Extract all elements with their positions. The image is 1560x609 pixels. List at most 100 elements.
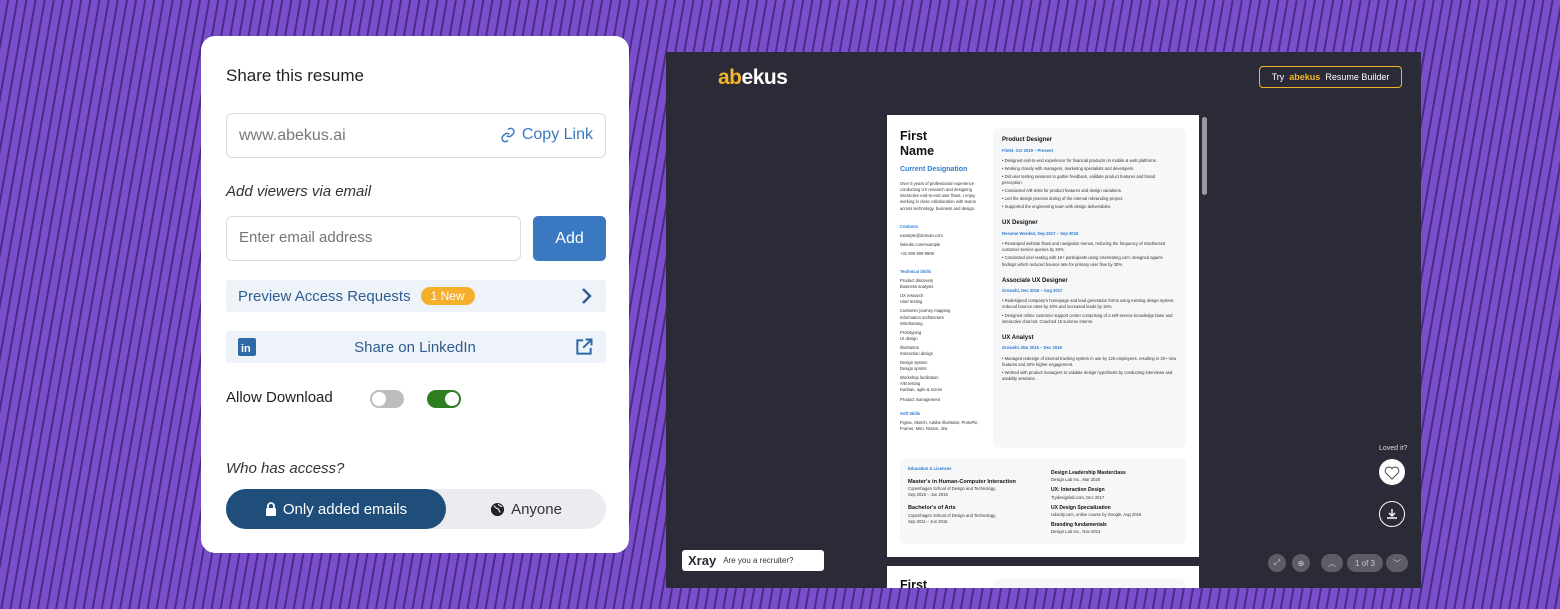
try-prefix: Try bbox=[1271, 72, 1285, 82]
tech-skill: Design sprints bbox=[900, 366, 927, 372]
contact-item: example@domain.com bbox=[900, 232, 943, 238]
scrollbar-thumb[interactable] bbox=[1202, 117, 1207, 195]
prev-page-button[interactable]: ︿ bbox=[1321, 554, 1343, 572]
contact-item: +31 909 909 9909 bbox=[900, 250, 934, 256]
resume-summary: Over 5 years of professional experience … bbox=[900, 181, 976, 211]
education-date: Sep 2011 – Jun 2015 bbox=[908, 518, 948, 524]
try-suffix: Resume Builder bbox=[1325, 72, 1390, 82]
job-title: UX Designer bbox=[1002, 220, 1038, 227]
share-linkedin-button[interactable]: in Share on LinkedIn bbox=[226, 331, 606, 363]
education-date: Sep 2015 – Jun 2016 bbox=[908, 492, 948, 498]
fullscreen-button[interactable]: ⤢ bbox=[1268, 554, 1286, 572]
next-page-button[interactable]: ﹀ bbox=[1386, 554, 1408, 572]
resume-left-column: First Name Current Designation Over 5 ye… bbox=[900, 129, 985, 432]
job-bullet: • Working closely with managers, marketi… bbox=[1002, 165, 1135, 171]
tech-skill: UI design bbox=[900, 335, 918, 341]
resume-page: First Name Current Designation Over 5 ye… bbox=[887, 115, 1199, 557]
licence-title: Branding fundamentals bbox=[1051, 522, 1107, 529]
heart-icon bbox=[1384, 466, 1400, 480]
add-viewers-label: Add viewers via email bbox=[226, 183, 372, 200]
licence-detail: Design Lab Inc., Nov 2014 bbox=[1051, 529, 1101, 535]
xray-recruiter-button[interactable]: Xray Are you a recruiter? bbox=[682, 550, 824, 571]
resume-designation: Current Designation bbox=[900, 166, 968, 173]
share-card: Share this resume www.abekus.ai Copy Lin… bbox=[201, 36, 629, 553]
like-button[interactable] bbox=[1379, 459, 1405, 485]
resume-page-2: First bbox=[887, 566, 1199, 588]
licence-title: UX: Interaction Design bbox=[1051, 487, 1105, 494]
access-option-only-added-emails[interactable]: Only added emails bbox=[226, 489, 446, 529]
education-title: Master's in Human-Computer Interaction bbox=[908, 479, 1016, 486]
job-date: Fintel, Oct 2019 – Present bbox=[1002, 147, 1053, 153]
loved-it-label: Loved it? bbox=[1379, 445, 1408, 452]
chevron-right-icon bbox=[582, 288, 592, 304]
access-option-label: Only added emails bbox=[282, 500, 408, 518]
preview-requests-label: Preview Access Requests bbox=[238, 287, 411, 305]
allow-download-label: Allow Download bbox=[226, 389, 333, 406]
experience-section: Product Designer Fintel, Oct 2019 – Prese… bbox=[993, 128, 1186, 448]
download-button[interactable] bbox=[1379, 501, 1405, 527]
education-heading: Education & Licences bbox=[908, 466, 952, 471]
download-icon bbox=[1387, 509, 1397, 519]
tech-skill: User testing bbox=[900, 299, 923, 305]
lock-icon bbox=[265, 502, 276, 516]
page2-name: First bbox=[900, 578, 928, 588]
job-date: Growshi, Dec 2016 – Aug 2017 bbox=[1002, 288, 1063, 294]
preview-access-requests-row[interactable]: Preview Access Requests 1 New bbox=[226, 280, 606, 312]
education-section: Education & Licences Master's in Human-C… bbox=[900, 458, 1186, 544]
globe-icon bbox=[491, 502, 505, 516]
page-indicator: 1 of 3 bbox=[1347, 554, 1383, 572]
resume-first-name: First bbox=[900, 129, 928, 143]
share-url-value: www.abekus.ai bbox=[239, 127, 346, 144]
tech-skill: Product management bbox=[900, 396, 941, 402]
tech-skill: Wireframing bbox=[900, 320, 923, 326]
email-field[interactable] bbox=[226, 216, 521, 261]
resume-last-name: Name bbox=[900, 144, 935, 158]
chevron-down-icon: ﹀ bbox=[1393, 558, 1401, 568]
linkedin-label: Share on LinkedIn bbox=[354, 338, 476, 356]
linkedin-icon: in bbox=[238, 338, 256, 356]
job-bullet: • Designed end-to-end experience for fin… bbox=[1002, 157, 1157, 163]
soft-skills: Figma, Sketch, Adobe Illustrator, ProtoP… bbox=[900, 419, 979, 431]
job-bullet: • Designed online customer support cente… bbox=[1002, 312, 1173, 324]
download-toggle-off[interactable] bbox=[370, 390, 404, 408]
access-option-anyone[interactable]: Anyone bbox=[446, 489, 606, 529]
try-brand: abekus bbox=[1289, 72, 1321, 82]
add-button[interactable]: Add bbox=[533, 216, 606, 261]
job-bullet: • Led the design process during of the i… bbox=[1002, 196, 1124, 202]
abekus-logo: abekus bbox=[718, 66, 788, 89]
licence-title: UX Design Specialization bbox=[1051, 504, 1111, 511]
svg-text:in: in bbox=[241, 343, 251, 355]
copy-link-button[interactable]: Copy Link bbox=[500, 126, 593, 144]
job-bullet: • Worked with product managers to valida… bbox=[1002, 369, 1173, 381]
access-option-label: Anyone bbox=[511, 500, 562, 518]
download-toggle-on[interactable] bbox=[427, 390, 461, 408]
job-date: Resume Worded, Sep 2017 – Sep 2019 bbox=[1002, 231, 1079, 237]
try-resume-builder-button[interactable]: Try abekus Resume Builder bbox=[1259, 66, 1402, 88]
job-title: Associate UX Designer bbox=[1002, 277, 1068, 284]
job-bullet: • Conducted user testing with 10+ partic… bbox=[1002, 255, 1163, 267]
link-icon bbox=[501, 127, 515, 143]
licence-detail: Trydesignlab.com, Dec 2017 bbox=[1051, 494, 1105, 500]
resume-viewer: abekus Try abekus Resume Builder First N… bbox=[666, 52, 1421, 588]
new-badge: 1 New bbox=[420, 287, 475, 305]
job-bullet: • Supported the engineering team with de… bbox=[1002, 204, 1112, 210]
share-url-field[interactable]: www.abekus.ai Copy Link bbox=[226, 113, 606, 158]
soft-skills-heading: Soft Skills bbox=[900, 410, 921, 416]
contacts-heading: Contacts bbox=[900, 223, 918, 229]
email-input[interactable] bbox=[239, 229, 499, 246]
zoom-button[interactable]: ⊕ bbox=[1292, 554, 1310, 572]
contact-item: linkedin.com/example bbox=[900, 241, 941, 247]
xray-text: Are you a recruiter? bbox=[723, 556, 794, 565]
job-bullet: • Did user testing sessions to gather fe… bbox=[1002, 173, 1156, 186]
xray-logo: Xray bbox=[688, 553, 717, 568]
licence-detail: Udacity.com, online course by Google, Au… bbox=[1051, 511, 1142, 517]
job-bullet: • Conducted A/B tests for product featur… bbox=[1002, 188, 1122, 194]
share-title: Share this resume bbox=[226, 66, 364, 85]
education-title: Bachelor's of Arts bbox=[908, 505, 956, 512]
tech-skills-heading: Technical Skills bbox=[900, 268, 932, 274]
job-title: UX Analyst bbox=[1002, 334, 1034, 341]
job-bullet: • Managed redesign of internal tracking … bbox=[1002, 355, 1177, 367]
licence-detail: Design Lab Inc., Mar 2020 bbox=[1051, 477, 1101, 483]
zoom-in-icon: ⊕ bbox=[1297, 558, 1305, 568]
who-has-access-label: Who has access? bbox=[226, 460, 345, 477]
